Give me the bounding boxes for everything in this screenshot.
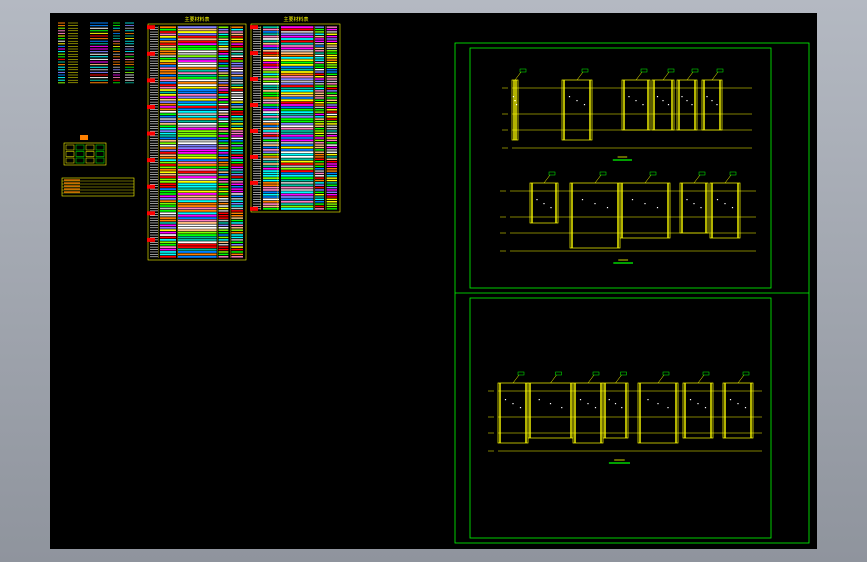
table-1-title: 主要材料表: [184, 16, 209, 23]
section-drawing-3: [488, 371, 762, 464]
layer-legend: [58, 22, 134, 84]
section-drawing-2: [500, 171, 756, 264]
cad-model-space[interactable]: 主要材料表 主要材料表: [50, 13, 817, 549]
title-block: [61, 135, 135, 197]
sheet-frames: [454, 42, 810, 544]
table-2-title: 主要材料表: [283, 16, 308, 23]
section-drawing-1: [502, 68, 752, 161]
cad-drawing: 主要材料表 主要材料表: [58, 16, 810, 544]
material-table-1: 主要材料表: [147, 16, 247, 261]
material-table-2: 主要材料表: [250, 16, 341, 213]
